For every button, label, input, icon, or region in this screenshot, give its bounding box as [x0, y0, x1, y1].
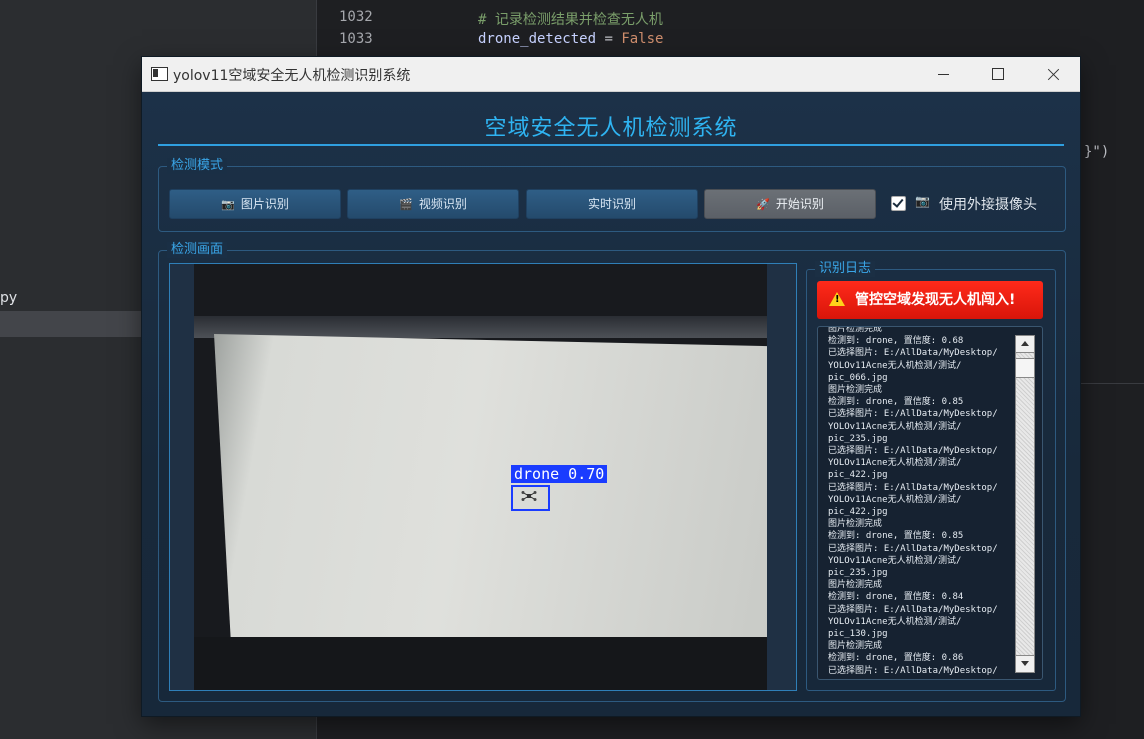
- log-line: 检测到: drone, 置信度: 0.85: [828, 531, 964, 542]
- detection-canvas: drone 0.70: [169, 263, 797, 691]
- alert-text: 管控空域发现无人机闯入!: [855, 292, 1016, 308]
- log-scrollbar[interactable]: [1015, 335, 1035, 673]
- recognition-log-label: 识别日志: [815, 261, 876, 277]
- app-window: yolov11空域安全无人机检测识别系统 空域安全无人机检测系统 检测模式 📷 图…: [142, 57, 1080, 716]
- scroll-down-arrow-icon[interactable]: [1016, 655, 1034, 672]
- recognition-log-group: 识别日志 管控空域发现无人机闯入! 图片检测完成检测到: drone, 置信度:…: [806, 261, 1056, 691]
- camera-frame-image: drone 0.70: [194, 264, 767, 690]
- drone-shape: [521, 491, 537, 501]
- log-line: 图片检测完成: [828, 519, 883, 530]
- log-line: 图片检测完成: [828, 326, 883, 334]
- ide-file-label[interactable]: py: [0, 290, 17, 306]
- detection-box-label: drone 0.70: [511, 465, 608, 483]
- log-line: YOLOv11Acne无人机检测/测试/: [828, 494, 962, 505]
- scroll-thumb[interactable]: [1016, 358, 1034, 378]
- frame-ceiling: [194, 316, 767, 338]
- log-line: pic_422.jpg: [828, 507, 888, 518]
- log-line: 已选择图片: E:/AllData/MyDesktop/: [828, 665, 998, 676]
- log-line: YOLOv11Acne无人机检测/测试/: [828, 360, 962, 371]
- page-title: 空域安全无人机检测系统: [484, 116, 738, 141]
- log-line: pic_130.jpg: [828, 629, 888, 640]
- detection-view-label: 检测画面: [167, 242, 228, 258]
- app-client-area: 空域安全无人机检测系统 检测模式 📷 图片识别 🎬 视频识别 实时识别 🚀 开始识别 …: [142, 92, 1080, 716]
- title-divider: [158, 144, 1064, 146]
- rocket-icon: 🚀: [756, 198, 770, 211]
- line-number: 1032: [339, 9, 373, 25]
- log-line: 图片检测完成: [828, 385, 883, 396]
- code-identifier: drone_detected: [478, 31, 597, 47]
- log-line: 检测到: drone, 置信度: 0.84: [828, 592, 964, 603]
- log-line: 图片检测完成: [828, 641, 883, 652]
- log-textarea[interactable]: 图片检测完成 检测到: drone, 置信度: 0.68 已选择图片: E:/All…: [817, 326, 1043, 680]
- realtime-detect-label: 实时识别: [587, 197, 636, 211]
- app-icon: [151, 67, 168, 81]
- close-button[interactable]: [1030, 57, 1076, 91]
- warning-icon: [829, 292, 845, 306]
- code-fragment: }"): [1084, 144, 1110, 160]
- scroll-up-arrow-icon[interactable]: [1016, 336, 1034, 353]
- detection-mode-group: 检测模式 📷 图片识别 🎬 视频识别 实时识别 🚀 开始识别 📷 使用外接摄像头: [158, 158, 1066, 232]
- video-detect-label: 视频识别: [418, 197, 467, 211]
- log-line: YOLOv11Acne无人机检测/测试/: [828, 616, 962, 627]
- camera-icon: 📷: [221, 198, 235, 211]
- log-line: 已选择图片: E:/AllData/MyDesktop/: [828, 482, 998, 493]
- camera-icon: 📷: [915, 194, 930, 208]
- code-operator: =: [596, 31, 622, 47]
- log-line: 检测到: drone, 置信度: 0.68: [828, 336, 964, 347]
- log-line: pic_235.jpg: [828, 433, 888, 444]
- start-detect-label: 开始识别: [775, 197, 824, 211]
- log-line: 检测到: drone, 置信度: 0.85: [828, 397, 964, 408]
- window-titlebar[interactable]: yolov11空域安全无人机检测识别系统: [142, 57, 1080, 92]
- image-detect-label: 图片识别: [240, 197, 289, 211]
- video-detect-button[interactable]: 🎬 视频识别: [347, 189, 519, 219]
- log-line: 已选择图片: E:/AllData/MyDesktop/: [828, 543, 998, 554]
- log-line: YOLOv11Acne无人机检测/测试/: [828, 421, 962, 432]
- realtime-detect-button[interactable]: 实时识别: [526, 189, 698, 219]
- minimize-button[interactable]: [920, 57, 966, 91]
- intrusion-alert-banner: 管控空域发现无人机闯入!: [817, 281, 1043, 319]
- image-detect-button[interactable]: 📷 图片识别: [169, 189, 341, 219]
- film-icon: 🎬: [399, 198, 413, 211]
- log-line: 已选择图片: E:/AllData/MyDesktop/: [828, 446, 998, 457]
- window-title: yolov11空域安全无人机检测识别系统: [173, 68, 411, 84]
- log-line: pic_066.jpg: [828, 372, 888, 383]
- log-lines: 图片检测完成 检测到: drone, 置信度: 0.68 已选择图片: E:/All…: [828, 326, 1018, 677]
- detection-view-group: 检测画面 drone 0.70 识别日志 ! 管控空域发现无人机闯入! 图片检测…: [158, 242, 1066, 702]
- log-line: 检测到: drone, 置信度: 0.86: [828, 653, 964, 664]
- line-number: 1033: [339, 31, 373, 47]
- log-line: pic_422.jpg: [828, 470, 888, 481]
- maximize-button[interactable]: [974, 57, 1020, 91]
- start-detect-button[interactable]: 🚀 开始识别: [704, 189, 876, 219]
- code-line: drone_detected = False: [478, 31, 663, 47]
- external-camera-label[interactable]: 使用外接摄像头: [939, 194, 1037, 214]
- log-line: YOLOv11Acne无人机检测/测试/: [828, 458, 962, 469]
- frame-floor: [194, 637, 767, 690]
- detection-mode-label: 检测模式: [167, 158, 228, 174]
- log-line: 已选择图片: E:/AllData/MyDesktop/: [828, 604, 998, 615]
- log-line: 已选择图片: E:/AllData/MyDesktop/: [828, 348, 998, 359]
- drone-icon: [521, 491, 537, 501]
- log-line: 已选择图片: E:/AllData/MyDesktop/: [828, 409, 998, 420]
- external-camera-checkbox[interactable]: [891, 196, 906, 211]
- code-keyword: False: [621, 31, 664, 47]
- code-comment: # 记录检测结果并检查无人机: [478, 12, 663, 28]
- log-line: pic_235.jpg: [828, 568, 888, 579]
- frame-wall: [214, 334, 767, 637]
- log-line: YOLOv11Acne无人机检测/测试/: [828, 555, 962, 566]
- log-line: 图片检测完成: [828, 580, 883, 591]
